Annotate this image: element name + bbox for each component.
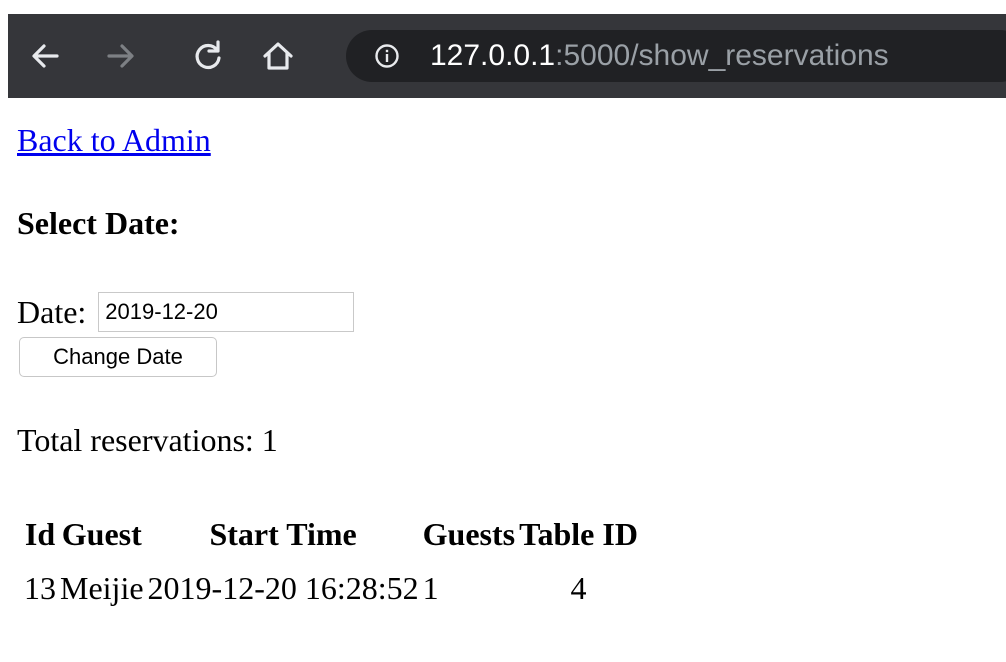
- info-icon[interactable]: [374, 43, 400, 69]
- reload-icon[interactable]: [188, 36, 228, 76]
- header-start-time: Start Time: [209, 515, 357, 552]
- home-icon[interactable]: [258, 36, 298, 76]
- cell-start-time: 2019-12-20 16:28:52: [147, 569, 419, 606]
- table-header-row: Id Guest Start Time Guests Table ID: [24, 507, 638, 561]
- header-table-id: Table ID: [519, 515, 638, 552]
- cell-table-id: 4: [570, 569, 587, 606]
- url-path: :5000/show_reservations: [555, 39, 889, 72]
- date-input[interactable]: [98, 292, 355, 332]
- browser-toolbar: 127.0.0.1:5000/show_reservations: [8, 14, 1006, 98]
- header-id: Id: [24, 515, 56, 552]
- url-host: 127.0.0.1: [430, 39, 556, 72]
- address-bar[interactable]: 127.0.0.1:5000/show_reservations: [346, 30, 1006, 82]
- cell-id: 13: [24, 569, 56, 606]
- total-reservations-text: Total reservations: 1: [17, 422, 278, 458]
- change-date-button[interactable]: Change Date: [19, 337, 217, 377]
- url-text[interactable]: 127.0.0.1:5000/show_reservations: [430, 38, 889, 74]
- back-to-admin-link[interactable]: Back to Admin: [17, 120, 211, 160]
- table-row: 13 Meijie 2019-12-20 16:28:52 1 4: [24, 561, 638, 615]
- date-label: Date:: [17, 294, 87, 330]
- header-guest: Guest: [61, 515, 142, 552]
- forward-arrow-icon[interactable]: [100, 36, 140, 76]
- back-arrow-icon[interactable]: [26, 36, 66, 76]
- cell-guest: Meijie: [60, 569, 144, 606]
- select-date-heading: Select Date:: [17, 205, 180, 241]
- date-form: Date:: [17, 290, 355, 334]
- reservations-table: Id Guest Start Time Guests Table ID 13 M…: [20, 507, 642, 615]
- header-guests: Guests: [422, 515, 516, 552]
- cell-guests: 1: [422, 569, 439, 606]
